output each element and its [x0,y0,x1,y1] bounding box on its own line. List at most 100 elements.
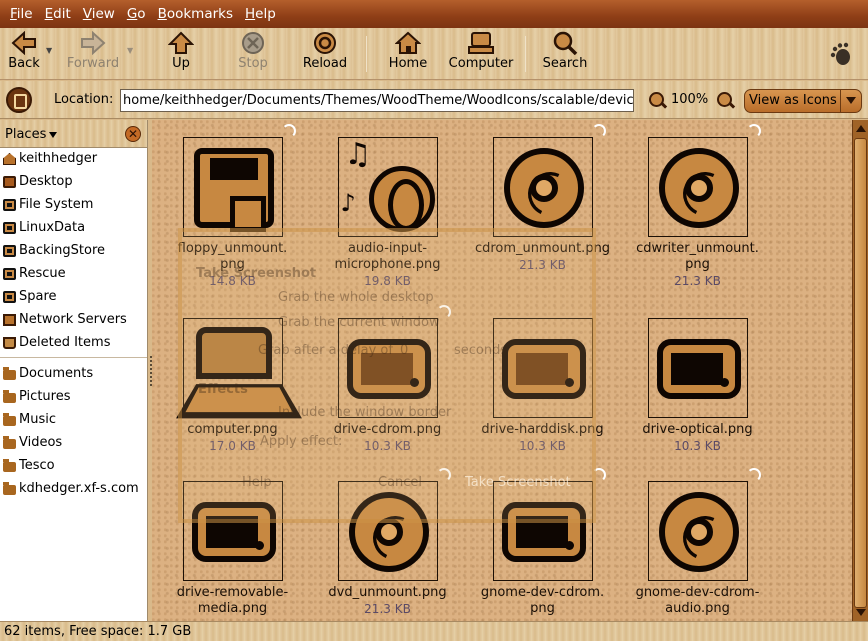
sidebar-item-rescue[interactable]: Rescue [0,263,147,286]
close-icon[interactable]: ✕ [125,126,141,142]
file-name-cont: microphone.png [334,257,441,272]
emblem-symlink-icon [436,305,451,319]
trash-icon [3,337,16,349]
file-item[interactable]: drive-cdrom.png 10.3 KB [310,305,465,454]
sidebar-bookmark-kdhedger[interactable]: kdhedger.xf-s.com [0,478,147,501]
menu-view[interactable]: View [77,6,121,22]
file-item[interactable]: floppy_unmount. png 14.8 KB [155,124,310,289]
drive-art [191,502,276,562]
disc-icon [647,468,761,581]
zoom-out-icon[interactable] [649,92,664,107]
toolbar-separator [525,36,526,72]
sidebar-item-label: Rescue [19,266,66,281]
sidebar-item-home[interactable]: keithhedger [0,148,147,171]
sidebar-item-file-system[interactable]: File System [0,194,147,217]
sidebar-bookmark-music[interactable]: Music [0,409,147,432]
back-arrow-icon [11,31,36,55]
file-name-cont: png [685,257,710,272]
sidebar-bookmark-videos[interactable]: Videos [0,432,147,455]
sidebar-item-backingstore[interactable]: BackingStore [0,240,147,263]
disc-art [503,148,584,228]
file-icon-view: floppy_unmount. png 14.8 KB ♫ ♪ audio-in… [152,120,852,621]
laptop-art [195,327,272,379]
file-item[interactable]: dvd_unmount.png 21.3 KB [310,468,465,617]
music-note-icon: ♫ [344,137,372,172]
sidebar-type-selector[interactable]: Places [5,127,57,142]
menu-go[interactable]: Go [121,6,152,22]
menu-file[interactable]: File [4,6,39,22]
file-name: cdwriter_unmount. [636,241,759,256]
file-item[interactable]: drive-optical.png 10.3 KB [620,318,775,454]
file-name-cont: audio.png [665,601,730,616]
view-as-dropdown[interactable]: View as Icons [744,89,862,113]
reload-button[interactable]: Reload [301,31,349,71]
gnome-foot-icon [830,42,850,65]
file-item[interactable]: computer.png 17.0 KB [155,318,310,454]
file-item[interactable]: drive-harddisk.png 10.3 KB [465,318,620,454]
drive-art [346,339,431,399]
up-arrow-icon [168,31,194,54]
forward-button[interactable]: Forward [66,31,120,71]
status-text: 62 items, Free space: 1.7 GB [4,624,192,639]
drive-icon [182,481,283,581]
file-item[interactable]: ♫ ♪ audio-input- microphone.png 19.8 KB [310,137,465,289]
menu-bookmarks[interactable]: Bookmarks [152,6,239,22]
scroll-thumb[interactable] [854,138,867,608]
emblem-symlink-icon [746,124,761,138]
file-item[interactable]: drive-removable- media.png [155,481,310,617]
menu-help[interactable]: Help [239,6,282,22]
file-item[interactable]: gnome-dev-cdrom. png [465,468,620,617]
sidebar-item-deleted-items[interactable]: Deleted Items [0,332,147,355]
scroll-down-icon[interactable] [856,609,866,616]
location-label: Location: [54,92,114,107]
drive-icon [337,305,451,418]
sidebar-item-desktop[interactable]: Desktop [0,171,147,194]
up-button[interactable]: Up [163,31,199,71]
computer-button[interactable]: Computer [447,31,515,71]
file-name: audio-input- [347,241,428,256]
menubar: File Edit View Go Bookmarks Help [0,0,868,28]
sidebar-item-label: Pictures [19,389,71,404]
search-button[interactable]: Search [540,31,590,71]
back-button[interactable]: Back [4,31,44,71]
home-button[interactable]: Home [386,31,430,71]
sidebar-item-network-servers[interactable]: Network Servers [0,309,147,332]
floppy-icon [182,124,296,237]
file-name-cont: png [220,257,245,272]
home-icon [395,31,421,54]
stop-button[interactable]: Stop [234,31,272,71]
folder-icon [3,413,16,426]
audio-icon: ♫ ♪ [337,137,438,237]
stop-icon [242,32,264,54]
file-size: 10.3 KB [519,439,566,453]
scroll-up-icon[interactable] [856,125,866,132]
file-size: 10.3 KB [674,439,721,453]
file-size: 19.8 KB [364,274,411,288]
file-name: drive-harddisk.png [481,422,604,437]
sidebar-item-linuxdata[interactable]: LinuxData [0,217,147,240]
sidebar-item-label: Tesco [19,458,55,473]
location-bar: Location: home/keithhedger/Documents/The… [0,81,868,119]
sidebar-item-label: Music [19,412,56,427]
location-toggle-button[interactable] [6,87,32,113]
drive-art [501,339,586,399]
toolbar-separator [366,36,367,72]
sidebar-item-spare[interactable]: Spare [0,286,147,309]
sidebar-bookmark-documents[interactable]: Documents [0,363,147,386]
sidebar-bookmark-tesco[interactable]: Tesco [0,455,147,478]
menu-edit[interactable]: Edit [39,6,77,22]
chevron-down-icon [846,97,856,104]
zoom-in-icon[interactable] [717,92,732,107]
sidebar-header: Places ✕ [0,120,147,148]
file-item[interactable]: cdrom_unmount.png 21.3 KB [465,124,620,273]
file-item[interactable]: gnome-dev-cdrom- audio.png [620,468,775,617]
location-input[interactable]: home/keithhedger/Documents/Themes/WoodTh… [120,89,634,112]
sidebar-bookmark-pictures[interactable]: Pictures [0,386,147,409]
file-item[interactable]: cdwriter_unmount. png 21.3 KB [620,124,775,289]
forward-history-dropdown[interactable]: ▼ [127,46,133,55]
back-history-dropdown[interactable]: ▼ [46,46,52,55]
sidebar-item-label: File System [19,197,94,212]
dropdown-separator [840,90,841,112]
vertical-scrollbar[interactable] [852,120,868,621]
sidebar-item-label: BackingStore [19,243,106,258]
